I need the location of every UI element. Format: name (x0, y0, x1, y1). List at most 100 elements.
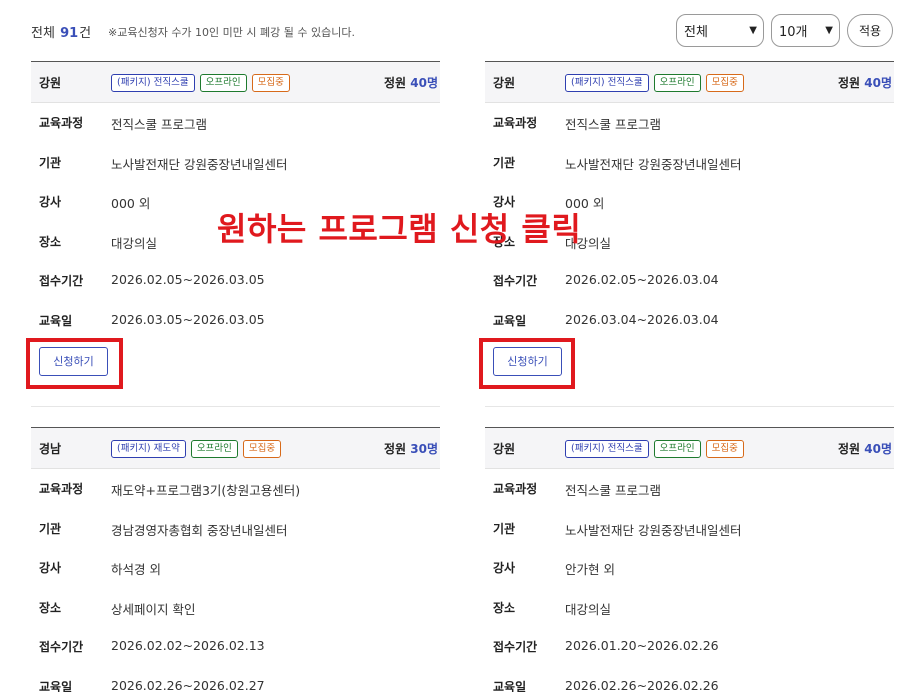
package-tag: (패키지) 전직스쿨 (111, 74, 195, 92)
instructor-value: 000 외 (111, 196, 151, 212)
instructor-label: 강사 (39, 561, 62, 576)
quota-label: 정원 (383, 76, 407, 90)
mode-tag: 오프라인 (653, 440, 701, 458)
org-label: 기관 (493, 521, 516, 536)
list-toolbar: 전체 91건 ※교육신청자 수가 10인 미만 시 폐강 될 수 있습니다. 전… (31, 14, 893, 48)
page-size-select[interactable]: 10개 ▼ (771, 14, 840, 47)
highlight-box (479, 338, 575, 389)
place-label: 장소 (39, 234, 62, 249)
package-tag: (패키지) 전직스쿨 (565, 74, 649, 92)
place-value: 상세페이지 확인 (111, 601, 196, 617)
page-size-select-value: 10개 (779, 25, 808, 40)
org-row: 기관 노사발전재단 강원중장년내일센터 (31, 143, 440, 183)
place-value: 대강의실 (565, 601, 612, 617)
quota-number: 40명 (864, 442, 892, 456)
card-header: 강원 (패키지) 전직스쿨 오프라인 모집중 정원 40명 (485, 428, 894, 469)
mode-tag: 오프라인 (653, 74, 701, 92)
course-row: 교육과정 재도약+프로그램3기(창원고용센터) (31, 469, 440, 509)
total-label: 전체 (31, 26, 55, 41)
total-count: 전체 91건 (31, 22, 91, 41)
quota: 정원 40명 (838, 74, 892, 91)
quota-label: 정원 (837, 442, 861, 456)
place-label: 장소 (39, 600, 62, 615)
quota-label: 정원 (383, 442, 407, 456)
org-value: 노사발전재단 강원중장년내일센터 (111, 156, 288, 172)
period-label: 접수기간 (39, 640, 84, 655)
date-label: 교육일 (39, 313, 73, 328)
program-card: 강원 (패키지) 전직스쿨 오프라인 모집중 정원 40명 교육과정 전직스쿨 프… (485, 427, 894, 692)
date-value: 2026.03.04~2026.03.04 (565, 311, 719, 327)
status-badge: 모집중 (251, 74, 290, 92)
total-unit: 건 (79, 26, 92, 41)
period-row: 접수기간 2026.01.20~2026.02.26 (485, 627, 894, 667)
mode-tag: 오프라인 (190, 440, 238, 458)
tag-list: (패키지) 전직스쿨 오프라인 모집중 (565, 74, 744, 92)
period-label: 접수기간 (39, 274, 84, 289)
date-label: 교육일 (39, 679, 73, 692)
category-select[interactable]: 전체 ▼ (676, 14, 764, 47)
period-value: 2026.01.20~2026.02.26 (565, 638, 719, 654)
course-label: 교육과정 (493, 482, 538, 496)
period-value: 2026.02.05~2026.03.05 (111, 272, 265, 288)
date-row: 교육일 2026.02.26~2026.02.26 (485, 667, 894, 692)
place-value: 대강의실 (111, 235, 158, 251)
instructor-label: 강사 (39, 195, 62, 210)
card-header: 경남 (패키지) 재도약 오프라인 모집중 정원 30명 (31, 428, 440, 469)
quota-label: 정원 (837, 76, 861, 90)
quota-number: 30명 (410, 442, 438, 456)
period-row: 접수기간 2026.02.05~2026.03.05 (31, 261, 440, 301)
course-value: 전직스쿨 프로그램 (565, 117, 661, 132)
period-label: 접수기간 (493, 274, 538, 289)
region: 강원 (493, 76, 516, 90)
category-select-value: 전체 (684, 25, 708, 40)
status-badge: 모집중 (705, 440, 744, 458)
quota-number: 40명 (864, 76, 892, 90)
course-label: 교육과정 (493, 116, 538, 130)
quota: 정원 30명 (384, 440, 438, 457)
instruction-annotation: 원하는 프로그램 신청 클릭 (217, 210, 582, 248)
card-header: 강원 (패키지) 전직스쿨 오프라인 모집중 정원 40명 (31, 62, 440, 103)
quota: 정원 40명 (838, 440, 892, 457)
status-badge: 모집중 (242, 440, 282, 458)
instructor-row: 강사 안가현 외 (485, 548, 894, 588)
place-row: 장소 상세페이지 확인 (31, 588, 440, 628)
course-row: 교육과정 전직스쿨 프로그램 (31, 103, 440, 143)
highlight-box (26, 338, 123, 389)
period-value: 2026.02.05~2026.03.04 (565, 272, 719, 288)
period-value: 2026.02.02~2026.02.13 (111, 638, 265, 654)
course-label: 교육과정 (39, 116, 84, 130)
mode-tag: 오프라인 (199, 74, 247, 92)
date-row: 교육일 2026.02.26~2026.02.27 (31, 667, 440, 692)
course-row: 교육과정 전직스쿨 프로그램 (485, 103, 894, 143)
tag-list: (패키지) 전직스쿨 오프라인 모집중 (111, 74, 290, 92)
chevron-down-icon: ▼ (749, 25, 757, 36)
org-row: 기관 노사발전재단 강원중장년내일센터 (485, 509, 894, 549)
region: 경남 (39, 442, 62, 456)
cancellation-notice: ※교육신청자 수가 10인 미만 시 폐강 될 수 있습니다. (108, 26, 355, 39)
period-row: 접수기간 2026.02.02~2026.02.13 (31, 627, 440, 667)
org-value: 노사발전재단 강원중장년내일센터 (565, 156, 742, 172)
status-badge: 모집중 (705, 74, 744, 92)
total-number: 91 (60, 26, 79, 41)
org-value: 경남경영자총협회 중장년내일센터 (111, 522, 288, 538)
date-value: 2026.02.26~2026.02.27 (111, 677, 265, 692)
place-label: 장소 (493, 600, 516, 615)
date-value: 2026.03.05~2026.03.05 (111, 311, 265, 327)
region: 강원 (39, 76, 62, 90)
org-row: 기관 경남경영자총협회 중장년내일센터 (31, 509, 440, 549)
course-row: 교육과정 전직스쿨 프로그램 (485, 469, 894, 509)
period-label: 접수기간 (493, 640, 538, 655)
date-row: 교육일 2026.03.04~2026.03.04 (485, 301, 894, 341)
apply-filter-button[interactable]: 적용 (847, 14, 893, 47)
place-row: 장소 대강의실 (485, 588, 894, 628)
package-tag: (패키지) 전직스쿨 (565, 440, 649, 458)
card-header: 강원 (패키지) 전직스쿨 오프라인 모집중 정원 40명 (485, 62, 894, 103)
instructor-value: 하석경 외 (111, 562, 161, 578)
course-label: 교육과정 (39, 482, 84, 496)
instructor-value: 안가현 외 (565, 562, 615, 578)
quota: 정원 40명 (384, 74, 438, 91)
org-label: 기관 (39, 155, 62, 170)
region: 강원 (493, 442, 516, 456)
package-tag: (패키지) 재도약 (111, 440, 186, 458)
org-label: 기관 (39, 521, 62, 536)
